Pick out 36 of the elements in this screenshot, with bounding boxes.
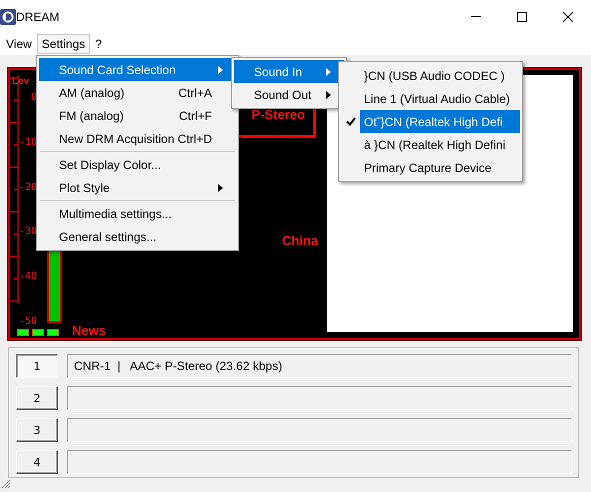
- menu-item[interactable]: à }CN (Realtek High Defini: [360, 133, 520, 156]
- menu-title[interactable]: View: [1, 34, 37, 54]
- shortcut-label: Ctrl+F: [179, 108, 213, 122]
- menu-item[interactable]: Line 1 (Virtual Audio Cable): [360, 87, 520, 110]
- program-type-label: News: [72, 323, 106, 338]
- scale-label: -30: [18, 226, 37, 238]
- menu-item[interactable]: Primary Capture Device: [360, 156, 520, 179]
- menu-item[interactable]: }CN (USB Audio CODEC ): [360, 64, 520, 87]
- shortcut-label: Ctrl+D: [178, 132, 213, 146]
- scale-label: -20: [18, 182, 37, 194]
- menu-item[interactable]: FM (analog) Ctrl+F: [39, 104, 236, 127]
- menu-item[interactable]: Sound In: [234, 60, 344, 83]
- window-title: DREAM: [16, 10, 60, 24]
- menu-title[interactable]: Settings: [36, 34, 90, 54]
- country-label: China: [282, 233, 318, 248]
- scale-label: -10: [18, 136, 37, 149]
- service-field: CNR-1 | AAC+ P-Stereo (23.62 kbps): [67, 354, 572, 378]
- service-button[interactable]: 2: [16, 386, 58, 410]
- menu-item[interactable]: General settings...: [39, 225, 236, 248]
- service-button[interactable]: 1: [16, 354, 58, 378]
- maximize-icon: [517, 12, 527, 22]
- menu-item[interactable]: Plot Style: [39, 176, 236, 199]
- resize-grip-icon[interactable]: [0, 478, 11, 489]
- scale-label: -50: [18, 316, 37, 328]
- menu-item[interactable]: Set Display Color...: [39, 153, 236, 176]
- audio-mode-label: P-Stereo: [252, 107, 305, 122]
- close-icon: [563, 12, 573, 22]
- menu-item[interactable]: Multimedia settings...: [39, 202, 236, 225]
- service-button[interactable]: 3: [16, 418, 58, 442]
- shortcut-label: Ctrl+A: [178, 86, 213, 100]
- menu-title[interactable]: ?: [90, 34, 107, 54]
- minimize-icon: [471, 16, 481, 17]
- menu-item[interactable]: New DRM Acquisition Ctrl+D: [39, 127, 236, 150]
- menu-item[interactable]: Ot˜}CN (Realtek High Defi: [360, 110, 520, 133]
- scale-label: -40: [18, 271, 37, 284]
- service-button[interactable]: 4: [16, 450, 58, 474]
